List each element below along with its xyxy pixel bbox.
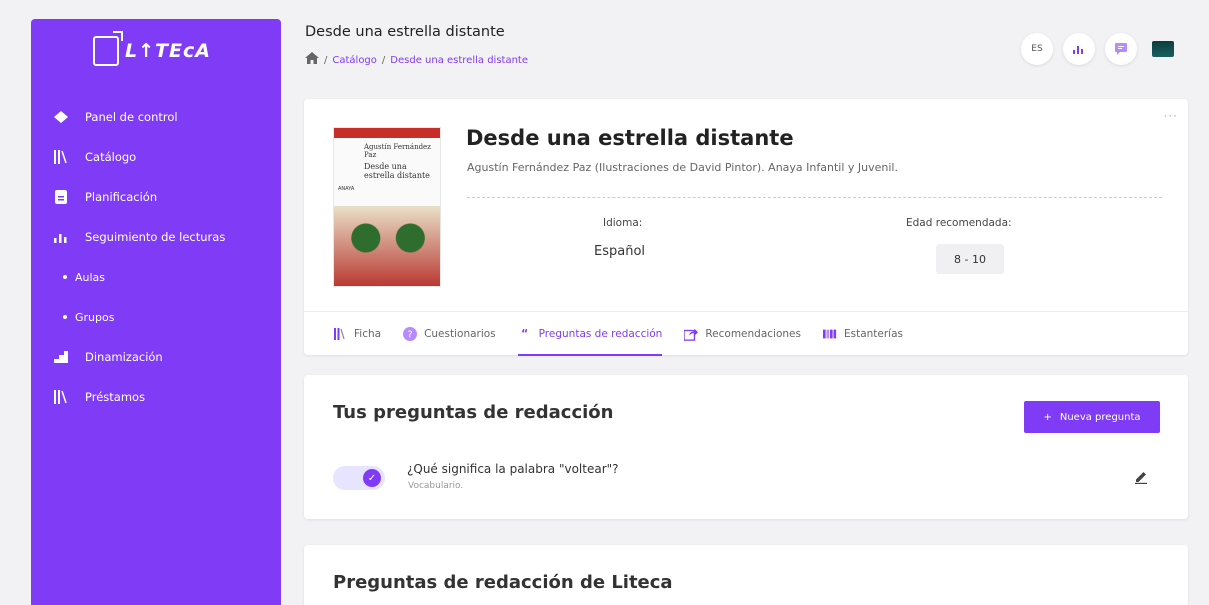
tabs: Ficha ? Cuestionarios “ Preguntas de red… — [304, 311, 1188, 356]
logo-text: L↑TEcA — [125, 40, 211, 62]
books-icon — [51, 389, 71, 405]
tab-label: Preguntas de redacción — [538, 327, 663, 340]
bar-chart-icon — [1073, 46, 1083, 54]
page-title: Desde una estrella distante — [305, 24, 505, 40]
language-label: Idioma: — [603, 217, 643, 229]
stats-button[interactable] — [1063, 33, 1095, 65]
tab-label: Cuestionarios — [424, 327, 496, 340]
sidebar-nav: Panel de control Catálogo Planificación … — [31, 97, 281, 417]
tab-label: Ficha — [354, 327, 382, 340]
logo-mark-icon — [93, 36, 119, 66]
tab-preguntas[interactable]: “ Preguntas de redacción — [517, 312, 663, 356]
chat-icon — [1115, 43, 1127, 55]
liteca-questions-card: Preguntas de redacción de Liteca — [304, 545, 1188, 605]
logo[interactable]: L↑TEcA — [93, 31, 211, 71]
tab-cuestionarios[interactable]: ? Cuestionarios — [403, 312, 496, 356]
share-icon — [684, 327, 699, 341]
quote-icon: “ — [521, 327, 529, 340]
cover-illustration — [334, 206, 440, 286]
sidebar-item-grupos[interactable]: Grupos — [31, 297, 281, 337]
question-category: Vocabulario. — [408, 481, 464, 491]
sidebar-item-label: Grupos — [75, 310, 115, 324]
question-text: ¿Qué significa la palabra "voltear"? — [407, 462, 619, 476]
sidebar-item-prestamos[interactable]: Préstamos — [31, 377, 281, 417]
tab-recomendaciones[interactable]: Recomendaciones — [684, 312, 801, 356]
more-options-icon[interactable]: ··· — [1164, 109, 1178, 123]
check-icon: ✓ — [363, 469, 381, 487]
sidebar-item-dinamizacion[interactable]: Dinamización — [31, 337, 281, 377]
books-icon — [51, 149, 71, 165]
sidebar-item-seguimiento[interactable]: Seguimiento de lecturas — [31, 217, 281, 257]
sidebar-item-label: Préstamos — [85, 390, 146, 404]
tab-label: Estanterías — [843, 327, 903, 340]
tab-label: Recomendaciones — [705, 327, 801, 340]
sidebar-item-label: Catálogo — [85, 150, 137, 164]
sidebar-item-catalogo[interactable]: Catálogo — [31, 137, 281, 177]
messages-button[interactable] — [1105, 33, 1137, 65]
book-title: Desde una estrella distante — [466, 126, 794, 150]
steps-icon — [51, 349, 71, 365]
sidebar-item-label: Panel de control — [85, 110, 178, 124]
breadcrumb-catalogo[interactable]: Catálogo — [332, 55, 377, 66]
user-avatar[interactable] — [1147, 33, 1179, 65]
question-icon: ? — [403, 326, 418, 341]
breadcrumb-separator: / — [324, 54, 328, 66]
breadcrumb-current[interactable]: Desde una estrella distante — [390, 55, 528, 66]
breadcrumb: / Catálogo / Desde una estrella distante — [305, 52, 528, 68]
cover-publisher: ANAYA — [338, 186, 355, 192]
age-badge: 8 - 10 — [936, 244, 1004, 274]
cover-band — [334, 128, 440, 138]
sidebar: L↑TEcA Panel de control Catálogo Planifi… — [31, 19, 281, 605]
breadcrumb-separator: / — [381, 54, 386, 66]
book-card: ··· Agustín Fernández Paz Desde una estr… — [304, 99, 1188, 356]
new-question-button[interactable]: + Nueva pregunta — [1024, 401, 1160, 433]
sidebar-item-label: Seguimiento de lecturas — [85, 230, 226, 244]
pencil-icon[interactable] — [1134, 470, 1148, 484]
language-button[interactable]: ES — [1021, 33, 1053, 65]
book-cover: Agustín Fernández Paz Desde una estrella… — [333, 127, 441, 287]
cover-title: Desde una estrella distante — [364, 162, 430, 181]
book-author: Agustín Fernández Paz (Ilustraciones de … — [467, 161, 898, 174]
questions-card: Tus preguntas de redacción + Nueva pregu… — [304, 375, 1188, 519]
cover-author: Agustín Fernández Paz — [364, 143, 431, 159]
questions-title: Tus preguntas de redacción — [333, 402, 614, 423]
liteca-title: Preguntas de redacción de Liteca — [333, 572, 673, 593]
top-actions: ES — [1021, 33, 1179, 65]
document-icon — [51, 189, 71, 205]
books-icon — [333, 327, 347, 341]
sidebar-item-planificacion[interactable]: Planificación — [31, 177, 281, 217]
diamond-icon — [51, 109, 71, 125]
question-toggle[interactable]: ✓ — [333, 466, 385, 490]
divider — [467, 197, 1162, 198]
age-label: Edad recomendada: — [906, 217, 1012, 229]
shelf-icon — [822, 327, 837, 341]
new-question-label: Nueva pregunta — [1059, 411, 1141, 423]
tab-ficha[interactable]: Ficha — [333, 312, 381, 356]
home-icon[interactable] — [305, 52, 319, 68]
sidebar-item-panel[interactable]: Panel de control — [31, 97, 281, 137]
sidebar-item-aulas[interactable]: Aulas — [31, 257, 281, 297]
svg-text:?: ? — [407, 329, 412, 340]
dot-icon — [63, 275, 67, 279]
sidebar-item-label: Planificación — [85, 190, 158, 204]
sidebar-item-label: Aulas — [75, 270, 106, 284]
plus-icon: + — [1043, 411, 1052, 423]
tab-estanterias[interactable]: Estanterías — [822, 312, 903, 356]
bar-chart-icon — [51, 229, 71, 245]
language-value: Español — [594, 244, 646, 259]
sidebar-item-label: Dinamización — [85, 350, 163, 364]
dot-icon — [63, 315, 67, 319]
avatar-image — [1152, 41, 1174, 57]
cover-text: Agustín Fernández Paz Desde una estrella… — [334, 138, 440, 181]
